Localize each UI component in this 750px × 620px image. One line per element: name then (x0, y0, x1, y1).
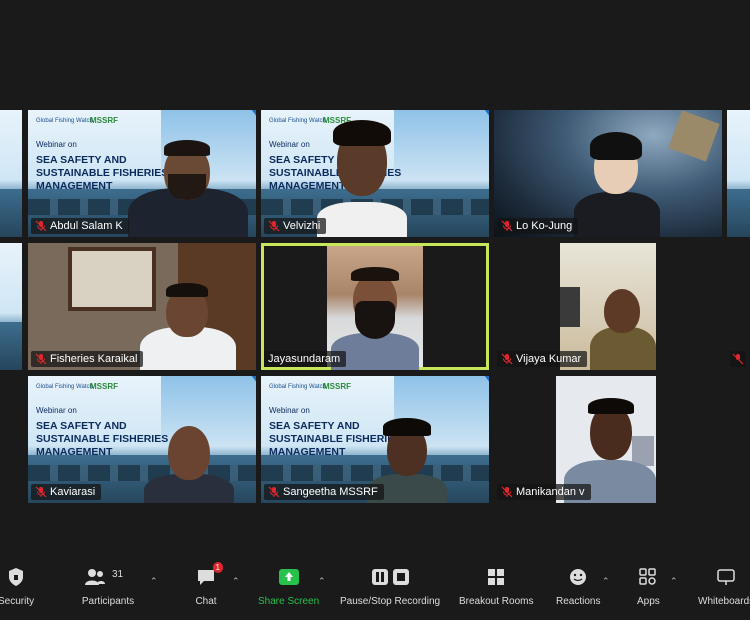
participant-name-tag: Abdul Salam K (31, 218, 129, 234)
video-gallery: Global Fishing Watch MSSRF Webinar on SE… (0, 0, 750, 560)
partial-tile-right-middle[interactable] (727, 243, 750, 370)
share-screen-icon (278, 569, 299, 585)
share-screen-label: Share Screen (258, 596, 320, 607)
security-button[interactable]: Security (0, 566, 34, 607)
slide-partner-logo: MSSRF (90, 116, 118, 125)
slide-org-logo: Global Fishing Watch (36, 118, 93, 124)
partial-tile-right-top[interactable] (727, 110, 750, 237)
participant-name: Fisheries Karaikal (50, 353, 138, 365)
whiteboard-icon (717, 569, 735, 585)
participant-name: Kaviarasi (50, 486, 96, 498)
video-tile-vijaya-kumar[interactable]: Vijaya Kumar (494, 243, 722, 370)
video-tile-velvizhi[interactable]: Global Fishing Watch MSSRF Webinar on SE… (261, 110, 489, 237)
participant-name-tag: Manikandan v (497, 484, 591, 500)
chat-label: Chat (195, 596, 217, 607)
pause-stop-recording-button[interactable]: Pause/Stop Recording (340, 566, 440, 607)
share-screen-chevron-icon[interactable]: ⌃ (318, 576, 326, 587)
share-screen-button[interactable]: Share Screen (258, 566, 319, 607)
participant-video (317, 116, 407, 237)
muted-mic-icon (501, 353, 513, 365)
partial-tile-left-top[interactable] (0, 110, 22, 237)
participant-video (574, 126, 660, 237)
slide-partner-logo: MSSRF (323, 382, 351, 391)
chat-unread-badge: 1 (212, 562, 223, 573)
participants-button[interactable]: 31 Participants (80, 566, 136, 607)
participant-name: Sangeetha MSSRF (283, 486, 378, 498)
participant-name: Jayasundaram (268, 353, 341, 365)
video-tile-jayasundaram[interactable]: Jayasundaram (261, 243, 489, 370)
video-tile-sangeetha[interactable]: Global Fishing Watch MSSRF Webinar on SE… (261, 376, 489, 503)
participants-label: Participants (81, 596, 135, 607)
reactions-smiley-icon (570, 569, 587, 585)
muted-mic-icon (268, 486, 280, 498)
apps-button[interactable]: Apps (637, 566, 660, 607)
video-tile-kaviarasi[interactable]: Global Fishing Watch MSSRF Webinar on SE… (28, 376, 256, 503)
slide-partner-logo: MSSRF (90, 382, 118, 391)
participant-name-tag (730, 351, 746, 367)
pause-recording-icon (371, 569, 388, 585)
participant-name-tag: Fisheries Karaikal (31, 351, 144, 367)
slide-subtitle: Webinar on (269, 406, 310, 415)
cabinet-image (560, 287, 580, 327)
reactions-label: Reactions (556, 596, 601, 607)
participants-count: 31 (112, 569, 124, 580)
participant-name-tag: Sangeetha MSSRF (264, 484, 384, 500)
partial-tile-left-middle[interactable] (0, 243, 22, 370)
meeting-toolbar: Security 31 Participants ⌃ 1 Chat ⌃ Shar… (0, 560, 750, 620)
slide-subtitle: Webinar on (36, 140, 77, 149)
participant-video (140, 283, 236, 370)
breakout-rooms-label: Breakout Rooms (459, 596, 534, 607)
muted-mic-icon (35, 486, 47, 498)
muted-mic-icon (501, 486, 513, 498)
participant-video (128, 140, 248, 237)
reactions-button[interactable]: Reactions (556, 566, 600, 607)
apps-icon (639, 568, 657, 585)
video-tile-manikandan[interactable]: Manikandan v (494, 376, 722, 503)
muted-mic-icon (35, 220, 47, 232)
apps-label: Apps (637, 596, 660, 607)
security-label: Security (0, 596, 35, 607)
muted-mic-icon (501, 220, 513, 232)
participant-name-tag: Kaviarasi (31, 484, 102, 500)
participant-name: Manikandan v (516, 486, 585, 498)
whiteboards-label: Whiteboards (698, 596, 750, 607)
slide-org-logo: Global Fishing Watch (269, 384, 326, 390)
video-tile-abdul-salam[interactable]: Global Fishing Watch MSSRF Webinar on SE… (28, 110, 256, 237)
breakout-rooms-button[interactable]: Breakout Rooms (459, 566, 533, 607)
participants-chevron-icon[interactable]: ⌃ (150, 576, 158, 587)
apps-chevron-icon[interactable]: ⌃ (670, 576, 678, 587)
muted-mic-icon (268, 220, 280, 232)
chat-chevron-icon[interactable]: ⌃ (232, 576, 240, 587)
chat-button[interactable]: 1 Chat (195, 562, 223, 607)
participant-name-tag: Vijaya Kumar (497, 351, 588, 367)
participant-video (590, 287, 656, 370)
slide-subtitle: Webinar on (36, 406, 77, 415)
slide-subtitle: Webinar on (269, 140, 310, 149)
slide-org-logo: Global Fishing Watch (36, 384, 93, 390)
participant-name: Velvizhi (283, 220, 321, 232)
participant-name-tag: Velvizhi (264, 218, 327, 234)
pause-stop-recording-label: Pause/Stop Recording (340, 596, 441, 607)
participant-name: Abdul Salam K (50, 220, 123, 232)
participants-icon (85, 569, 105, 585)
reactions-chevron-icon[interactable]: ⌃ (602, 576, 610, 587)
breakout-rooms-icon (488, 569, 505, 585)
participant-name: Vijaya Kumar (516, 353, 582, 365)
video-tile-lo-ko-jung[interactable]: Lo Ko-Jung (494, 110, 722, 237)
participant-video (144, 420, 234, 503)
shield-icon (9, 568, 24, 586)
participant-name: Lo Ko-Jung (516, 220, 573, 232)
muted-mic-icon (35, 353, 47, 365)
whiteboards-button[interactable]: Whiteboards (698, 566, 750, 607)
participant-name-tag: Jayasundaram (264, 351, 347, 367)
participant-name-tag: Lo Ko-Jung (497, 218, 579, 234)
stop-recording-icon (392, 569, 409, 585)
video-tile-fisheries-karaikal[interactable]: Fisheries Karaikal (28, 243, 256, 370)
muted-mic-icon (732, 353, 744, 365)
